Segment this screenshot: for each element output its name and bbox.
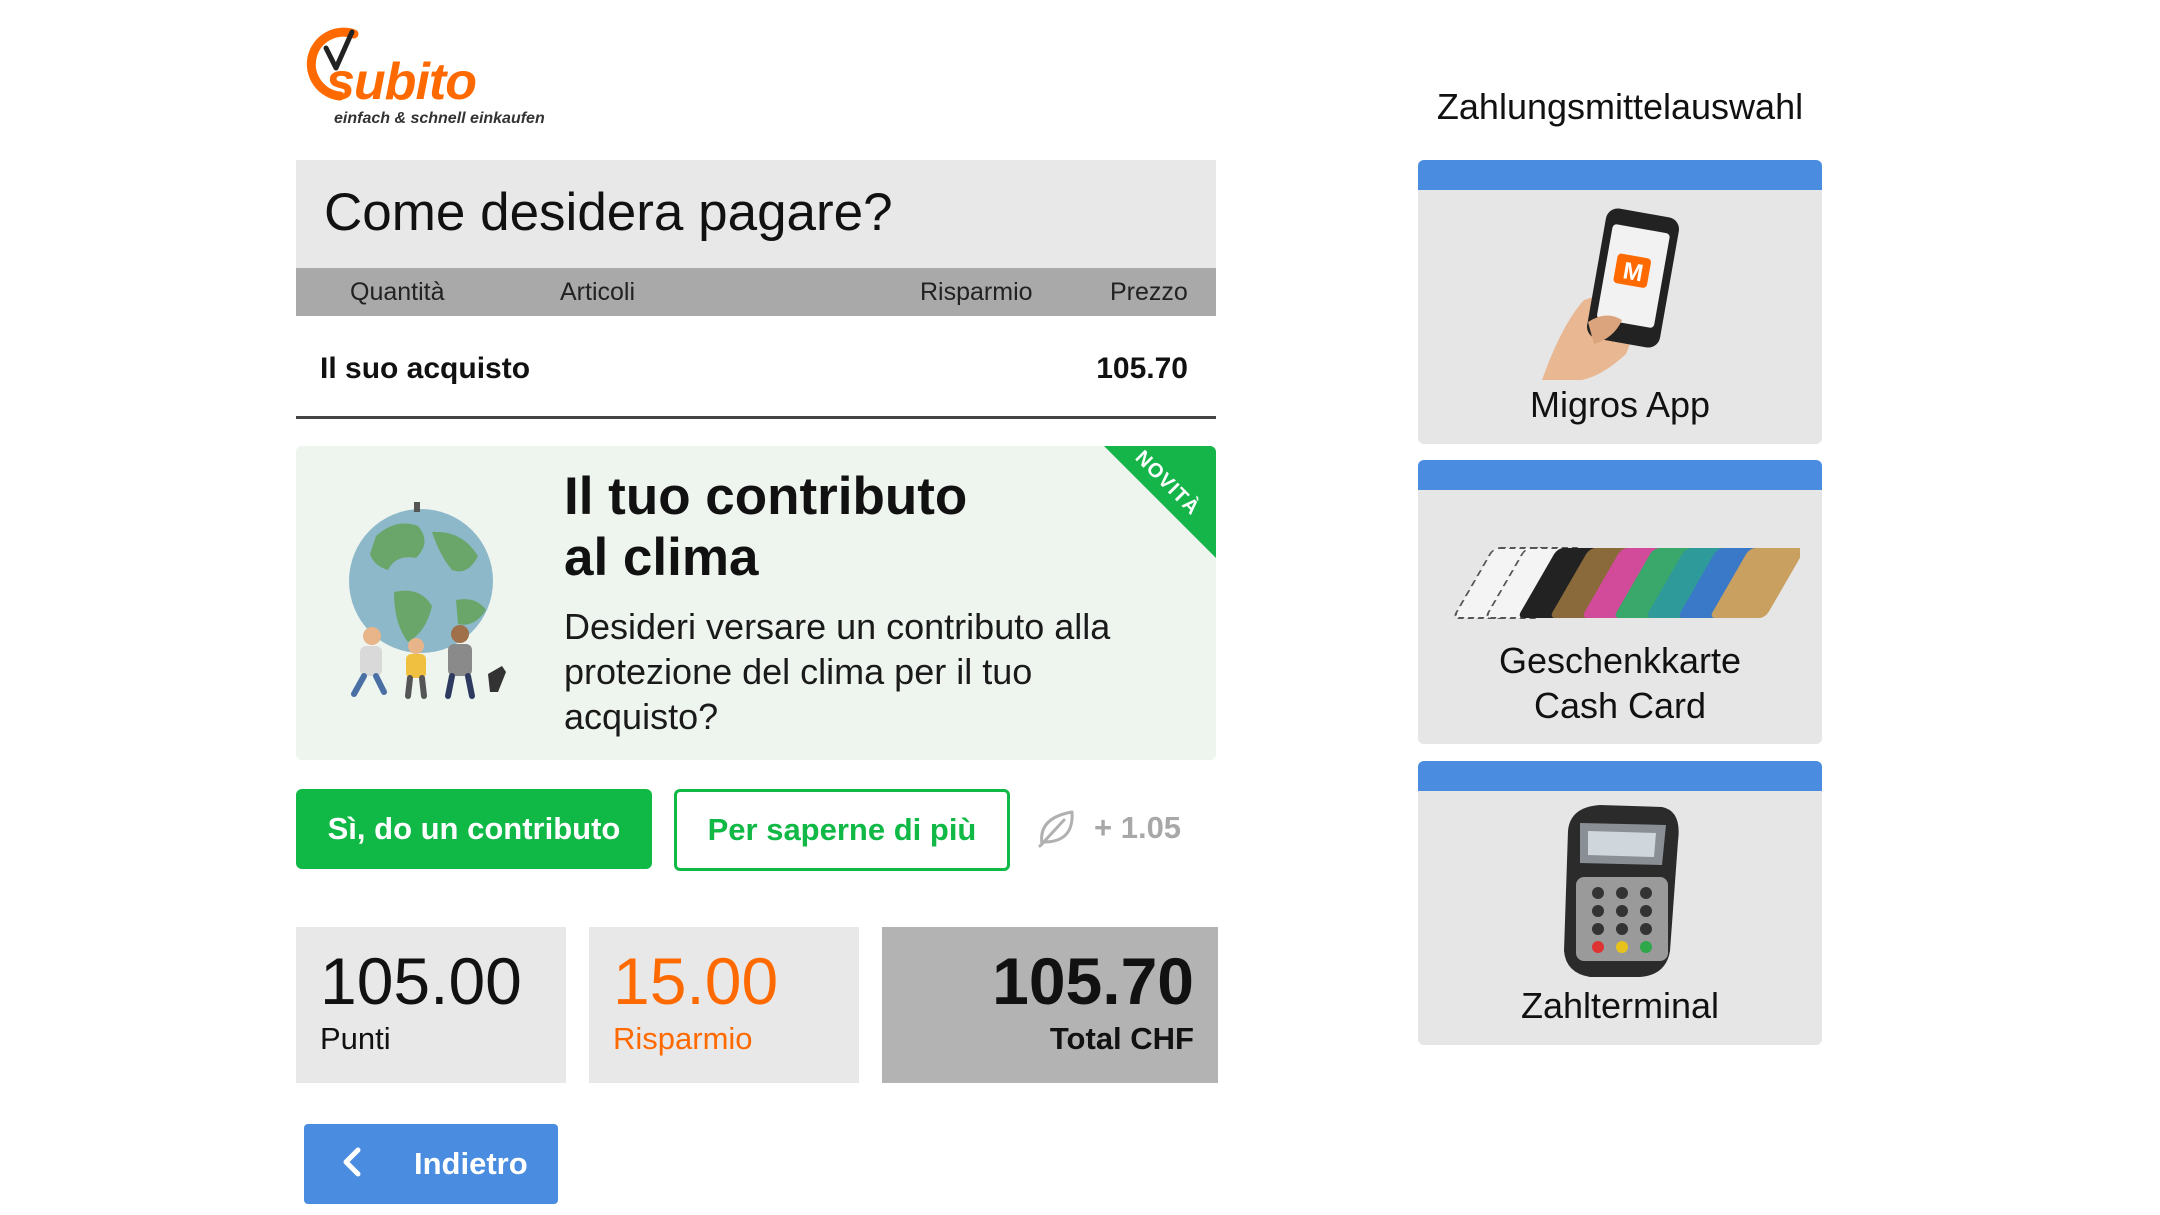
- payment-option-migros-app[interactable]: M Migros App: [1418, 160, 1822, 444]
- climate-title-line1: Il tuo contributo: [564, 467, 968, 526]
- climate-title: Il tuo contributo al clima: [564, 466, 967, 588]
- total-value: 105.70: [992, 944, 1194, 1018]
- phone-app-icon: M: [1542, 208, 1679, 380]
- climate-description: Desideri versare un contributo alla prot…: [564, 606, 1111, 737]
- contribution-amount: + 1.05: [1094, 810, 1182, 845]
- points-value: 105.00: [320, 944, 522, 1018]
- tile-accent-bar: [1418, 160, 1822, 190]
- payment-option-card-terminal[interactable]: Zahlterminal: [1418, 761, 1822, 1045]
- subito-logo: subito einfach & schnell einkaufen: [296, 22, 596, 132]
- column-articles: Articoli: [560, 278, 636, 306]
- page-title-bar: Come desidera pagare?: [296, 160, 1216, 268]
- table-header: Quantità Articoli Risparmio Prezzo: [296, 268, 1216, 316]
- back-button[interactable]: Indietro: [304, 1124, 558, 1204]
- payment-option-gift-card[interactable]: Geschenkkarte Cash Card: [1418, 460, 1822, 744]
- climate-contribution-card: Il tuo contributo al clima Desideri vers…: [296, 446, 1216, 760]
- climate-title-line2: al clima: [564, 528, 759, 587]
- logo-tagline: einfach & schnell einkaufen: [334, 110, 545, 127]
- gift-card-label-line2: Cash Card: [1533, 685, 1707, 726]
- back-label: Indietro: [414, 1146, 528, 1181]
- purchase-label: Il suo acquisto: [320, 352, 531, 385]
- savings-summary: 15.00 Risparmio: [589, 927, 859, 1083]
- savings-value: 15.00: [613, 944, 779, 1018]
- gift-card-label-line1: Geschenkkarte: [1498, 640, 1742, 681]
- savings-label: Risparmio: [613, 1021, 753, 1056]
- column-quantity: Quantità: [350, 278, 445, 306]
- logo-brand: subito: [326, 53, 477, 111]
- total-summary: 105.70 Total CHF: [882, 927, 1218, 1083]
- gift-cards-icon: [1454, 547, 1800, 619]
- gift-card-label: Geschenkkarte Cash Card: [1418, 638, 1822, 728]
- learn-more-button[interactable]: Per saperne di più: [674, 789, 1010, 871]
- payment-selection-title: Zahlungsmittelauswahl: [1436, 86, 1804, 127]
- purchase-price: 105.70: [1096, 352, 1188, 385]
- earth-people-illustration-icon: [349, 502, 506, 699]
- tile-accent-bar: [1418, 460, 1822, 490]
- column-price: Prezzo: [1110, 278, 1188, 306]
- card-terminal-label: Zahlterminal: [1520, 985, 1720, 1026]
- contribute-button[interactable]: Sì, do un contributo: [296, 789, 652, 869]
- chevron-left-icon: [343, 1147, 361, 1177]
- leaf-icon: [1038, 810, 1074, 848]
- column-savings: Risparmio: [920, 278, 1033, 306]
- card-terminal-icon: [1564, 805, 1679, 977]
- tile-accent-bar: [1418, 761, 1822, 791]
- total-label: Total CHF: [1049, 1021, 1194, 1056]
- points-summary: 105.00 Punti: [296, 927, 566, 1083]
- page-title: Come desidera pagare?: [324, 183, 893, 242]
- points-label: Punti: [320, 1021, 391, 1056]
- table-row: Il suo acquisto 105.70: [296, 316, 1216, 419]
- migros-app-label: Migros App: [1529, 384, 1711, 425]
